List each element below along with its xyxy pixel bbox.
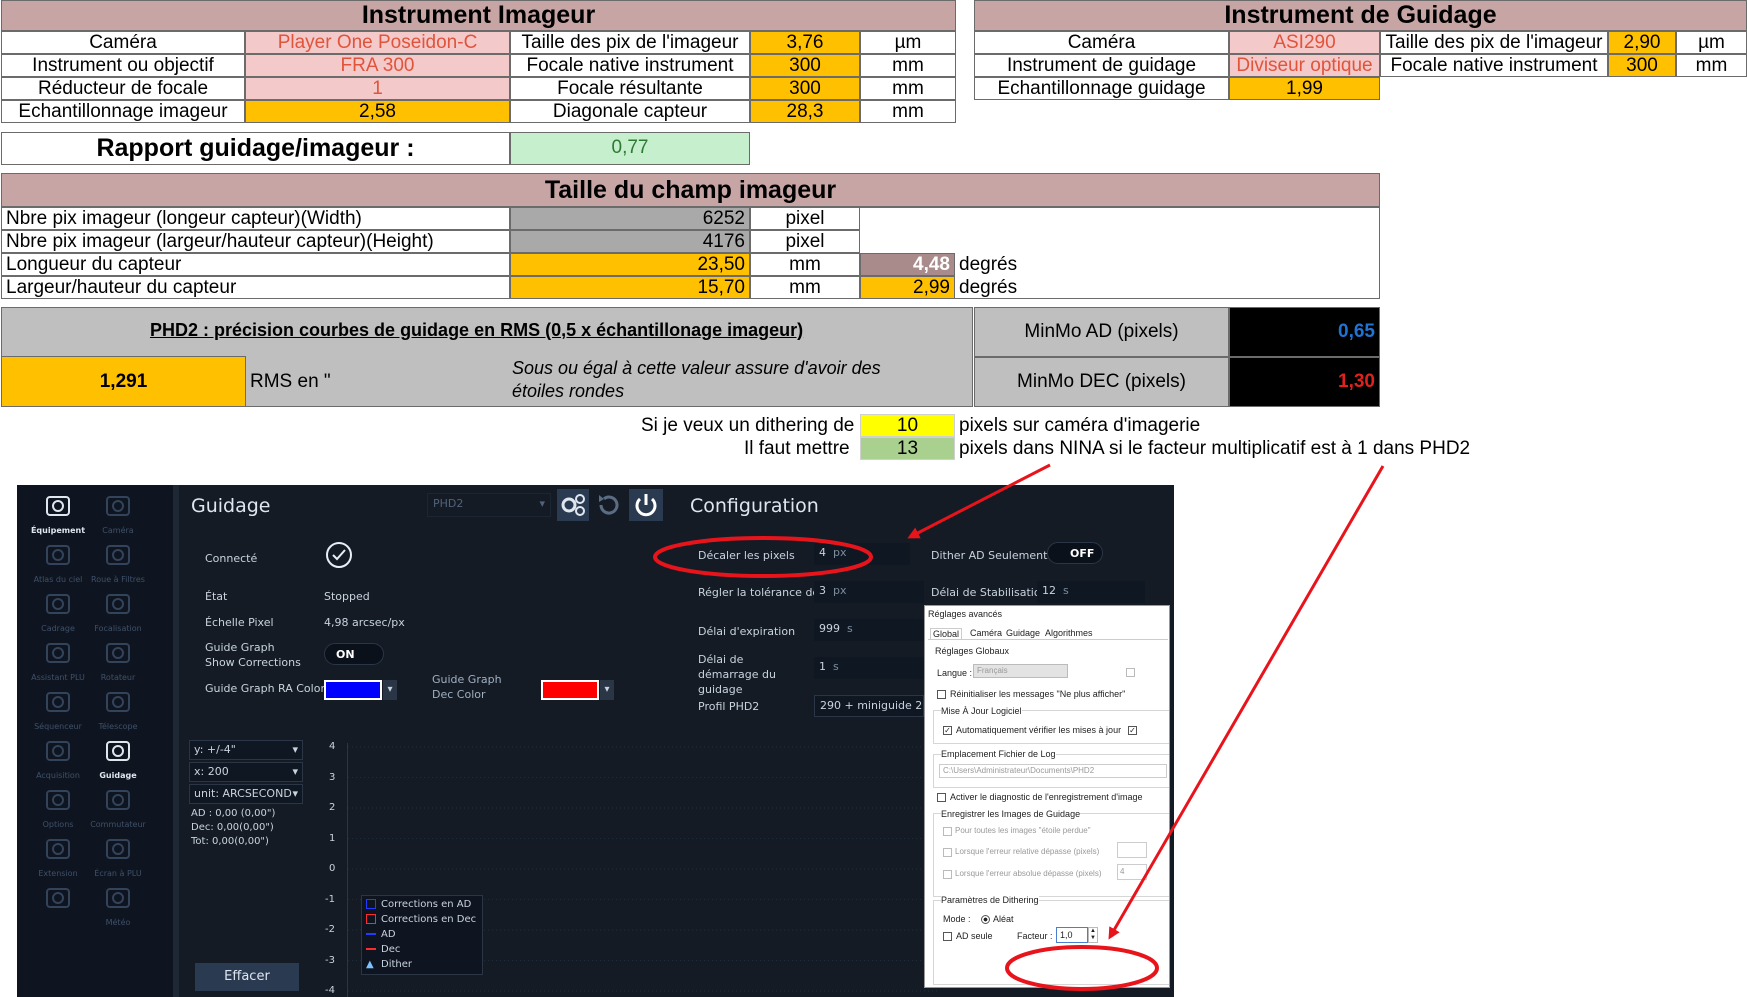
annotation-arrow-decaler bbox=[907, 463, 1051, 539]
annotation-overlay bbox=[653, 463, 1385, 991]
annotation-ellipse-facteur bbox=[1005, 945, 1159, 991]
annotation-arrow-facteur bbox=[1108, 465, 1385, 940]
annotation-ellipse-decaler bbox=[653, 536, 873, 578]
